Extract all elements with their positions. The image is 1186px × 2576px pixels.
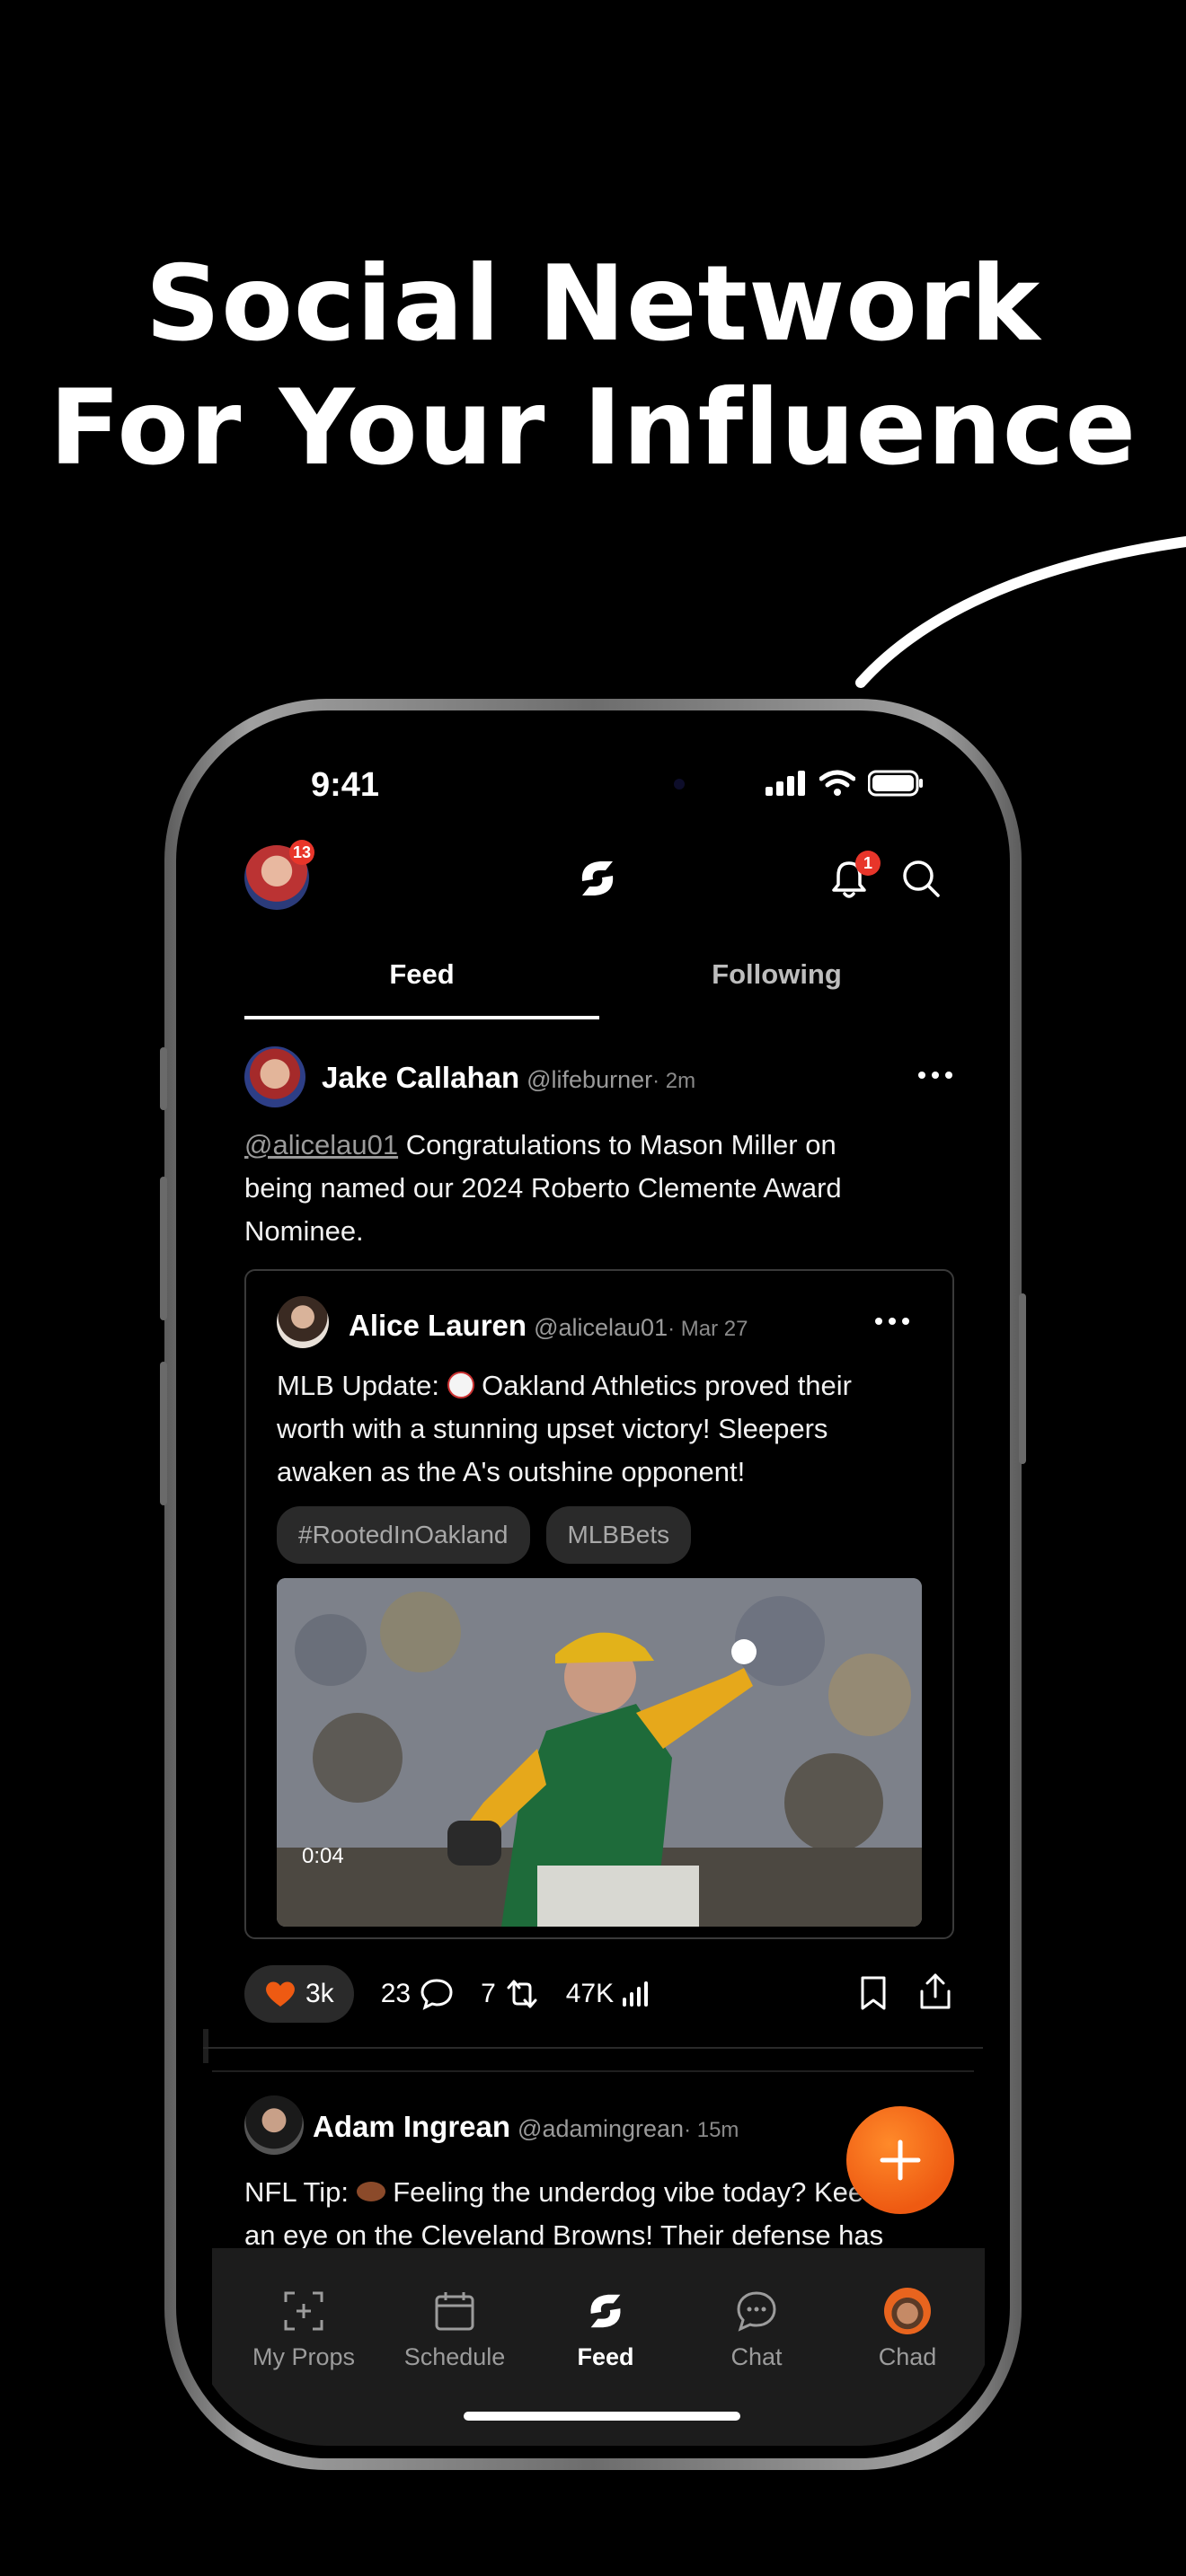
more-options-icon[interactable] xyxy=(918,1072,952,1079)
nav-label: Schedule xyxy=(403,2343,506,2370)
cellular-signal-icon xyxy=(766,771,805,796)
add-square-icon xyxy=(284,2291,323,2331)
more-options-icon[interactable] xyxy=(875,1318,909,1325)
video-thumbnail[interactable]: 0:04 xyxy=(277,1578,922,1927)
share-icon[interactable] xyxy=(916,1972,954,2011)
author-handle: @adamingrean xyxy=(518,2115,685,2142)
baseball-pitcher-image xyxy=(277,1578,922,1927)
notification-badge: 1 xyxy=(855,851,881,876)
comment-count: 23 xyxy=(380,1979,412,2008)
author-name[interactable]: Adam Ingrean xyxy=(313,2110,510,2143)
headline: Social Network For Your Influence xyxy=(0,243,1186,490)
post-text-line: Congratulations to Mason Miller on xyxy=(398,1129,836,1160)
battery-icon xyxy=(868,770,923,797)
top-bar: 13 1 xyxy=(189,840,997,921)
search-icon[interactable] xyxy=(898,856,943,901)
views-count: 47K xyxy=(565,1979,615,2008)
hashtag-chip[interactable]: MLBBets xyxy=(545,1506,692,1564)
post-time: · 15m xyxy=(684,2118,739,2142)
author-name[interactable]: Jake Callahan xyxy=(322,1061,519,1094)
headline-line-2: For Your Influence xyxy=(49,367,1137,489)
chad-avatar xyxy=(884,2288,931,2334)
post-text-line: Nominee. xyxy=(244,1215,364,1247)
repost-icon xyxy=(507,1980,537,2008)
feed-tabs: Feed Following xyxy=(244,958,954,1021)
like-button[interactable]: 3k xyxy=(244,1965,354,2023)
decorative-arc xyxy=(855,536,1186,688)
app-logo-icon xyxy=(581,861,614,895)
author-handle: @lifeburner xyxy=(527,1066,653,1093)
post-text-line: Feeling the underdog vibe today? Kee xyxy=(385,2176,864,2208)
plus-icon xyxy=(880,2139,921,2181)
author-handle: @alicelau01 xyxy=(534,1314,668,1341)
nav-feed[interactable]: Feed xyxy=(534,2288,677,2371)
nav-my-props[interactable]: My Props xyxy=(232,2288,376,2371)
phone-volume-up xyxy=(160,1177,167,1320)
repost-count: 7 xyxy=(481,1979,496,2008)
baseball-emoji-icon xyxy=(447,1372,474,1398)
post-body: @alicelau01 Congratulations to Mason Mil… xyxy=(244,1124,945,1253)
tab-feed[interactable]: Feed xyxy=(244,958,599,991)
post-time: · 2m xyxy=(652,1069,696,1093)
post-card[interactable]: Jake Callahan @lifeburner· 2m @alicelau01… xyxy=(244,1046,952,1253)
thread-line xyxy=(203,2029,208,2063)
comment-button[interactable]: 23 xyxy=(381,1978,454,2010)
active-tab-indicator xyxy=(244,1016,599,1019)
views-bar-icon xyxy=(623,1981,649,2007)
post-text-line: MLB Update: xyxy=(277,1370,447,1401)
chat-bubble-icon xyxy=(737,2291,776,2332)
post-text-line: worth with a stunning upset victory! Sle… xyxy=(277,1413,828,1444)
divider xyxy=(203,2047,983,2049)
video-duration: 0:04 xyxy=(302,1844,344,1868)
nav-schedule[interactable]: Schedule xyxy=(383,2288,527,2371)
bookmark-icon[interactable] xyxy=(859,1975,888,2011)
heart-icon xyxy=(266,1981,295,2007)
quoted-body: MLB Update: Oakland Athletics proved the… xyxy=(277,1364,933,1564)
mention-link[interactable]: @alicelau01 xyxy=(244,1129,398,1160)
post-text-line: awaken as the A's outshine opponent! xyxy=(277,1456,746,1487)
post-card[interactable]: Adam Ingrean @adamingrean· 15m NFL Tip: F… xyxy=(244,2095,945,2257)
post-text-line: being named our 2024 Roberto Clemente Aw… xyxy=(244,1172,842,1204)
nav-label: Chat xyxy=(730,2343,783,2370)
author-name[interactable]: Alice Lauren xyxy=(349,1309,527,1342)
front-camera xyxy=(674,779,685,790)
phone-screen: 9:41 13 1 Feed Following Jake Callahan @… xyxy=(189,723,997,2446)
hashtag-chip[interactable]: #RootedInOakland xyxy=(277,1506,530,1564)
post-body: NFL Tip: Feeling the underdog vibe today… xyxy=(244,2171,945,2257)
logo-icon xyxy=(590,2294,621,2328)
compose-button[interactable] xyxy=(846,2106,954,2214)
football-emoji-icon xyxy=(356,2182,385,2201)
avatar[interactable] xyxy=(244,2095,304,2155)
like-count: 3k xyxy=(305,1979,334,2008)
profile-badge: 13 xyxy=(289,840,314,865)
avatar[interactable] xyxy=(244,1046,305,1107)
calendar-icon xyxy=(435,2292,474,2331)
avatar[interactable] xyxy=(277,1296,329,1348)
post-actions: 3k 23 7 47K xyxy=(244,1964,954,2024)
post-time: · Mar 27 xyxy=(668,1317,748,1341)
quoted-post[interactable]: Alice Lauren @alicelau01· Mar 27 MLB Upda… xyxy=(244,1269,954,1939)
nav-label: Chad xyxy=(878,2343,937,2370)
repost-button[interactable]: 7 xyxy=(481,1979,539,2009)
status-time: 9:41 xyxy=(311,766,380,804)
tab-following[interactable]: Following xyxy=(599,958,954,991)
status-icons xyxy=(766,770,924,797)
post-text-line: Oakland Athletics proved their xyxy=(474,1370,852,1401)
nav-chad[interactable]: Chad xyxy=(836,2288,979,2371)
home-indicator xyxy=(464,2412,740,2421)
phone-volume-down xyxy=(160,1362,167,1505)
divider xyxy=(212,2070,974,2072)
headline-line-1: Social Network xyxy=(145,243,1041,365)
nav-label: My Props xyxy=(252,2343,356,2370)
wifi-icon xyxy=(819,770,855,796)
phone-power-button xyxy=(1019,1293,1026,1464)
comment-bubble-icon xyxy=(420,1979,453,2010)
views-stat: 47K xyxy=(565,1979,649,2009)
post-text-line: NFL Tip: xyxy=(244,2176,357,2208)
nav-chat[interactable]: Chat xyxy=(685,2288,828,2371)
nav-label: Feed xyxy=(577,2343,634,2370)
phone-action-button xyxy=(160,1047,167,1110)
